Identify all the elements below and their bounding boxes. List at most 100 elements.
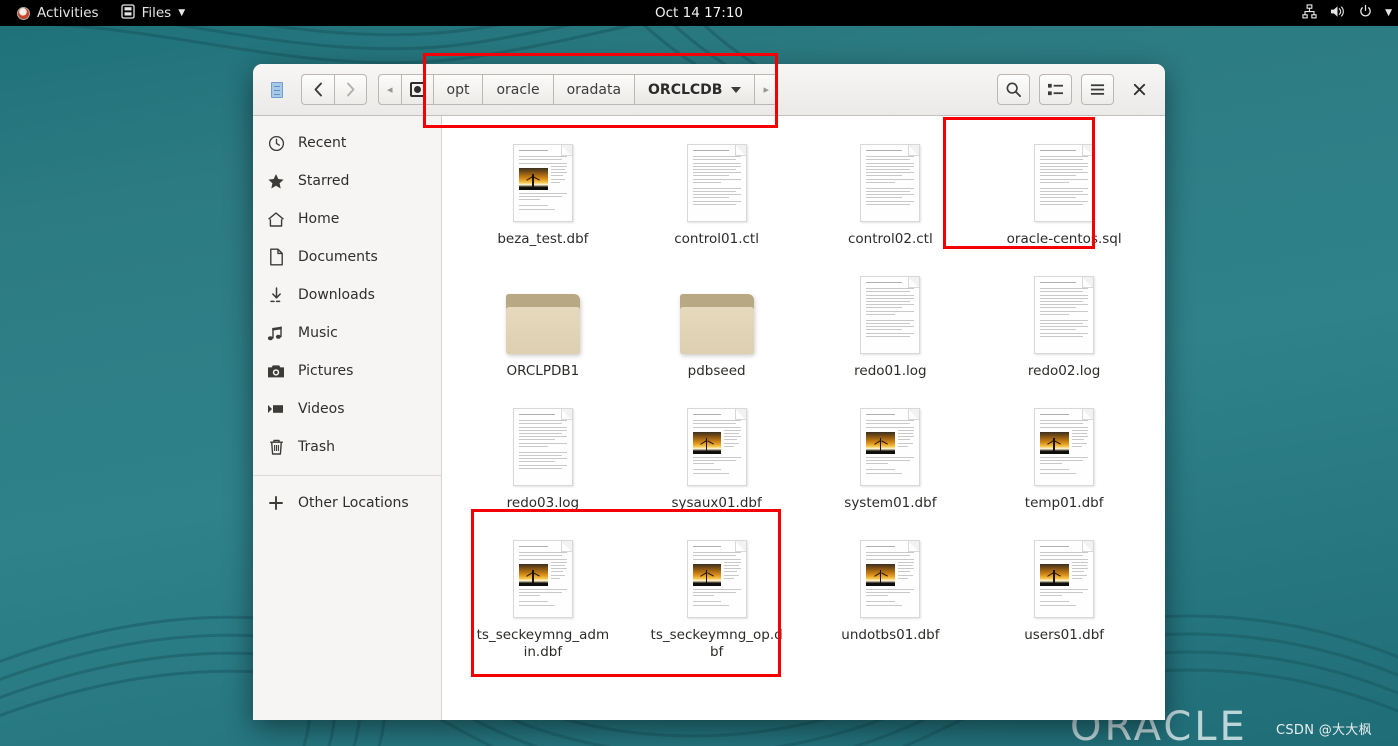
forward-button[interactable] — [334, 74, 367, 105]
clock[interactable]: Oct 14 17:10 — [0, 5, 1398, 21]
document-text-thumbnail — [1034, 276, 1095, 354]
document-image-thumbnail — [686, 540, 747, 618]
file-item[interactable]: control01.ctl — [630, 128, 804, 258]
sidebar-item-trash[interactable]: Trash — [253, 428, 441, 466]
file-name: redo03.log — [506, 495, 580, 511]
main-menu-button[interactable] — [1081, 74, 1114, 105]
power-icon[interactable] — [1358, 4, 1373, 23]
file-name: undotbs01.dbf — [841, 627, 940, 643]
file-name: redo01.log — [854, 363, 927, 379]
sidebar-label: Music — [298, 325, 338, 341]
sidebar-item-documents[interactable]: Documents — [253, 238, 441, 276]
file-item[interactable]: redo03.log — [456, 392, 630, 522]
file-item[interactable]: oracle-centos.sql — [977, 128, 1151, 258]
sidebar-label: Starred — [298, 173, 350, 189]
sidebar-item-starred[interactable]: Starred — [253, 162, 441, 200]
sidebar-label: Videos — [298, 401, 345, 417]
file-item[interactable]: redo02.log — [977, 260, 1151, 390]
breadcrumb-item-oracle[interactable]: oracle — [482, 74, 553, 105]
file-item[interactable]: ts_seckeymng_admin.dbf — [456, 524, 630, 684]
plus-icon — [267, 494, 285, 512]
file-name: ORCLPDB1 — [506, 363, 580, 379]
file-item[interactable]: control02.ctl — [804, 128, 978, 258]
sidebar-label: Home — [298, 211, 340, 227]
file-grid-view[interactable]: beza_test.dbf control01.ctl control02.ct… — [442, 116, 1165, 720]
sidebar-item-home[interactable]: Home — [253, 200, 441, 238]
sidebar-item-downloads[interactable]: Downloads — [253, 276, 441, 314]
desktop: ORACLE CSDN @大大枫 Activities Files ▼ Oct … — [0, 0, 1398, 746]
app-menu-files[interactable]: Files ▼ — [112, 1, 195, 26]
breadcrumb-item-orclcdb[interactable]: ORCLCDB — [634, 74, 755, 105]
system-menu-chevron-down-icon[interactable]: ▼ — [1385, 8, 1392, 18]
file-name: beza_test.dbf — [497, 231, 589, 247]
file-thumbnail — [512, 534, 573, 618]
download-icon — [267, 286, 285, 304]
file-name: oracle-centos.sql — [1006, 231, 1122, 247]
file-thumbnail — [686, 138, 747, 222]
activities-button[interactable]: Activities — [8, 2, 108, 24]
file-name: ts_seckeymng_admin.dbf — [476, 627, 610, 660]
breadcrumb-filesystem-root[interactable] — [400, 74, 433, 105]
file-thumbnail — [1034, 402, 1095, 486]
folder-icon — [505, 294, 580, 354]
file-thumbnail — [1034, 270, 1095, 354]
sidebar-label: Trash — [298, 439, 335, 455]
file-thumbnail — [512, 138, 573, 222]
activities-label: Activities — [37, 5, 99, 21]
folder-item[interactable]: ORCLPDB1 — [456, 260, 630, 390]
sidebar-item-videos[interactable]: Videos — [253, 390, 441, 428]
file-name: pdbseed — [687, 363, 746, 379]
chevron-down-icon — [731, 86, 742, 93]
close-icon — [1133, 83, 1146, 96]
window-headerbar: ◂ opt oracle oradata ORCLCDB ▸ — [253, 64, 1165, 116]
document-image-thumbnail — [512, 540, 573, 618]
file-thumbnail — [686, 534, 747, 618]
window-body: Recent Starred Home Documents Downloads … — [253, 116, 1165, 720]
sidebar-item-recent[interactable]: Recent — [253, 124, 441, 162]
file-item[interactable]: beza_test.dbf — [456, 128, 630, 258]
file-item[interactable]: ts_seckeymng_op.dbf — [630, 524, 804, 684]
folder-item[interactable]: pdbseed — [630, 260, 804, 390]
sidebar-item-other-locations[interactable]: Other Locations — [253, 484, 441, 522]
network-icon[interactable] — [1302, 3, 1317, 23]
search-button[interactable] — [997, 74, 1030, 105]
camera-icon — [267, 362, 285, 380]
sidebar-label: Other Locations — [298, 495, 409, 511]
sidebar-item-pictures[interactable]: Pictures — [253, 352, 441, 390]
document-image-thumbnail — [686, 408, 747, 486]
close-window-button[interactable] — [1123, 74, 1156, 105]
file-item[interactable]: temp01.dbf — [977, 392, 1151, 522]
document-text-thumbnail — [686, 144, 747, 222]
search-icon — [1006, 82, 1022, 98]
file-name: system01.dbf — [844, 495, 937, 511]
document-image-thumbnail — [1034, 408, 1095, 486]
sidebar-item-music[interactable]: Music — [253, 314, 441, 352]
document-image-thumbnail — [860, 540, 921, 618]
file-name: temp01.dbf — [1024, 495, 1104, 511]
clock-icon — [267, 134, 285, 152]
file-thumbnail — [1034, 534, 1095, 618]
chevron-down-icon: ▼ — [178, 8, 186, 18]
file-item[interactable]: system01.dbf — [804, 392, 978, 522]
folder-thumbnail — [505, 270, 580, 354]
file-grid: beza_test.dbf control01.ctl control02.ct… — [442, 116, 1165, 684]
file-item[interactable]: sysaux01.dbf — [630, 392, 804, 522]
file-item[interactable]: undotbs01.dbf — [804, 524, 978, 684]
video-icon — [267, 400, 285, 418]
file-thumbnail — [686, 402, 747, 486]
file-item[interactable]: users01.dbf — [977, 524, 1151, 684]
file-thumbnail — [860, 534, 921, 618]
sidebar-label: Documents — [298, 249, 378, 265]
view-toggle-button[interactable] — [1039, 74, 1072, 105]
breadcrumb-item-opt[interactable]: opt — [432, 74, 483, 105]
file-item[interactable]: redo01.log — [804, 260, 978, 390]
chevron-right-icon — [347, 82, 355, 97]
breadcrumb-overflow-left[interactable]: ◂ — [378, 74, 401, 105]
back-button[interactable] — [301, 74, 334, 105]
sidebar-toggle-button[interactable] — [262, 74, 292, 105]
breadcrumb-item-oradata[interactable]: oradata — [552, 74, 635, 105]
breadcrumb-overflow-right[interactable]: ▸ — [754, 74, 779, 105]
home-icon — [267, 210, 285, 228]
file-name: ts_seckeymng_op.dbf — [650, 627, 783, 660]
volume-icon[interactable] — [1329, 4, 1346, 23]
